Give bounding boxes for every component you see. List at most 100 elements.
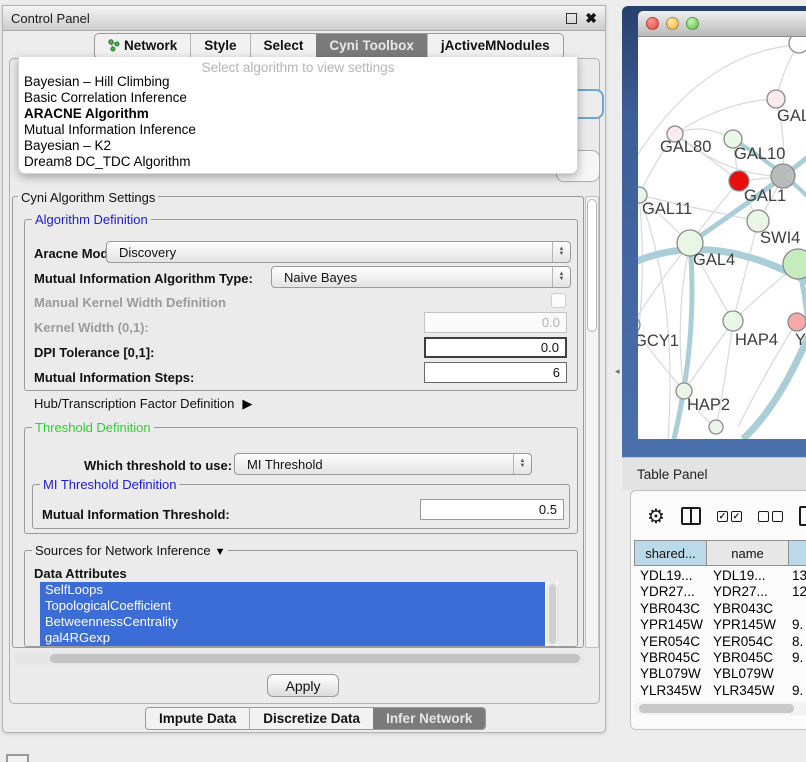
- table-cell: YER054C: [706, 634, 788, 650]
- algorithm-option[interactable]: Dream8 DC_TDC Algorithm: [19, 154, 577, 170]
- network-canvas[interactable]: GALGAL80GAL10GAL1GAL11SWI4GAL4GCY1HAP4YH…: [638, 37, 806, 439]
- network-node-label: GAL10: [734, 145, 785, 163]
- column-header-partial[interactable]: [789, 540, 806, 566]
- app-root: Control Panel ✖ Network Style Select Cyn…: [0, 0, 806, 762]
- data-attribute-item[interactable]: TopologicalCoefficient: [40, 598, 545, 614]
- network-edge: [639, 195, 670, 439]
- algorithm-option[interactable]: Bayesian – Hill Climbing: [19, 74, 577, 90]
- table-row[interactable]: YIL052CYIL052C9: [634, 699, 806, 701]
- mi-steps-value: 6: [553, 365, 566, 380]
- algorithm-option[interactable]: Basic Correlation Inference: [19, 90, 577, 106]
- split-columns-icon[interactable]: [681, 507, 701, 525]
- expand-right-icon: ▶: [242, 396, 252, 412]
- settings-vertical-scrollbar[interactable]: [585, 196, 599, 648]
- tab-style[interactable]: Style: [190, 34, 249, 58]
- dropdown-item-list: Bayesian – Hill ClimbingBasic Correlatio…: [19, 74, 577, 170]
- tab-network[interactable]: Network: [95, 34, 190, 58]
- table-cell: 9: [788, 699, 806, 701]
- table-row[interactable]: YLR345WYLR345W9.: [634, 683, 806, 699]
- tab-impute-data[interactable]: Impute Data: [146, 708, 249, 729]
- network-node-label: GAL80: [660, 138, 711, 156]
- control-panel-titlebar: Control Panel ✖: [3, 6, 605, 31]
- table-cell: YLR345W: [706, 683, 788, 699]
- minimize-traffic-icon[interactable]: [666, 17, 679, 30]
- algorithm-option[interactable]: Bayesian – K2: [19, 138, 577, 154]
- data-attributes-label: Data Attributes: [34, 566, 127, 581]
- network-node[interactable]: [709, 420, 723, 434]
- table-row[interactable]: YBR045CYBR045C9.: [634, 650, 806, 666]
- kernel-width-field[interactable]: 0.0: [424, 312, 567, 333]
- mi-algorithm-type-label: Mutual Information Algorithm Type:: [34, 271, 253, 286]
- network-node[interactable]: [788, 313, 806, 331]
- mi-steps-field[interactable]: 6: [424, 362, 567, 383]
- algorithm-option[interactable]: Mutual Information Inference: [19, 122, 577, 138]
- algorithm-option[interactable]: ARACNE Algorithm: [19, 106, 577, 122]
- table-header-row: shared... name: [634, 540, 806, 566]
- tab-select[interactable]: Select: [250, 34, 317, 58]
- panel-resize-handle[interactable]: ◂: [615, 366, 620, 377]
- sources-group-toggle[interactable]: Sources for Network Inference▼: [32, 543, 228, 558]
- table-row[interactable]: YDR27...YDR27...12: [634, 584, 806, 600]
- table-row[interactable]: YBL079WYBL079W: [634, 666, 806, 682]
- table-cell: YDL19...: [634, 568, 706, 584]
- table-row[interactable]: YER054CYER054C8.: [634, 634, 806, 650]
- tab-jactivemnodules[interactable]: jActiveMNodules: [427, 34, 563, 58]
- apply-button[interactable]: Apply: [267, 674, 339, 697]
- dpi-tolerance-value: 0.0: [541, 340, 565, 355]
- table-cell: YDL19...: [706, 568, 788, 584]
- settings-horizontal-scrollbar[interactable]: [14, 652, 584, 665]
- column-header-name[interactable]: name: [707, 540, 789, 566]
- network-node-label: GAL4: [693, 251, 735, 269]
- close-traffic-icon[interactable]: [646, 17, 659, 30]
- zoom-traffic-icon[interactable]: [686, 17, 699, 30]
- select-all-icon[interactable]: ✓✓: [717, 511, 742, 522]
- network-icon: [108, 39, 120, 55]
- tab-infer-network[interactable]: Infer Network: [373, 708, 485, 729]
- export-table-icon[interactable]: [799, 506, 806, 526]
- network-node-label: GAL1: [744, 187, 786, 205]
- sources-group-title: Sources for Network Inference: [35, 543, 211, 558]
- close-icon[interactable]: ✖: [585, 13, 597, 24]
- network-node-label: HAP4: [735, 331, 778, 349]
- aracne-mode-select[interactable]: Discovery ▲▼: [106, 241, 571, 263]
- attributes-scrollbar[interactable]: [547, 582, 558, 646]
- tab-discretize-data[interactable]: Discretize Data: [249, 708, 373, 729]
- corner-widget[interactable]: [6, 754, 29, 762]
- mi-algorithm-type-select[interactable]: Naive Bayes ▲▼: [271, 266, 571, 288]
- table-cell: YER054C: [634, 634, 706, 650]
- network-node[interactable]: [723, 311, 743, 331]
- table-cell: 9.: [788, 617, 806, 633]
- deselect-all-icon[interactable]: [758, 511, 783, 522]
- manual-kernel-width-checkbox[interactable]: [551, 293, 566, 308]
- table-cell: [788, 601, 806, 617]
- table-cell: YLR345W: [634, 683, 706, 699]
- network-window-titlebar[interactable]: [638, 11, 806, 37]
- table-row[interactable]: YPR145WYPR145W9.: [634, 617, 806, 633]
- mi-threshold-field[interactable]: 0.5: [420, 499, 564, 520]
- network-node[interactable]: [767, 90, 785, 108]
- column-header-shared-name[interactable]: shared...: [634, 540, 707, 566]
- manual-kernel-width-label: Manual Kernel Width Definition: [34, 295, 226, 310]
- table-cell: YDR27...: [706, 584, 788, 600]
- data-attribute-item[interactable]: BetweennessCentrality: [40, 614, 545, 630]
- network-node-label: GAL: [777, 107, 806, 125]
- table-cell: 8.: [788, 634, 806, 650]
- data-attribute-item[interactable]: SelfLoops: [40, 582, 545, 598]
- hub-definition-toggle[interactable]: Hub/Transcription Factor Definition▶: [34, 396, 252, 412]
- tab-cyni-toolbox[interactable]: Cyni Toolbox: [316, 34, 427, 58]
- table-cell: 13: [788, 568, 806, 584]
- dpi-tolerance-field[interactable]: 0.0: [424, 337, 567, 358]
- network-node[interactable]: [783, 249, 806, 279]
- network-edge: [675, 99, 776, 134]
- table-row[interactable]: YDL19...YDL19...13: [634, 568, 806, 584]
- network-node[interactable]: [789, 37, 806, 53]
- gear-icon[interactable]: ⚙: [647, 504, 665, 529]
- network-node-label: GCY1: [638, 332, 679, 350]
- float-window-icon[interactable]: [566, 13, 577, 24]
- table-horizontal-scrollbar[interactable]: [634, 702, 806, 715]
- data-attribute-item[interactable]: gal4RGexp: [40, 630, 545, 646]
- stepper-icon: ▲▼: [552, 242, 570, 262]
- table-row[interactable]: YBR043CYBR043C: [634, 601, 806, 617]
- which-threshold-select[interactable]: MI Threshold ▲▼: [234, 453, 532, 475]
- network-node[interactable]: [771, 164, 795, 188]
